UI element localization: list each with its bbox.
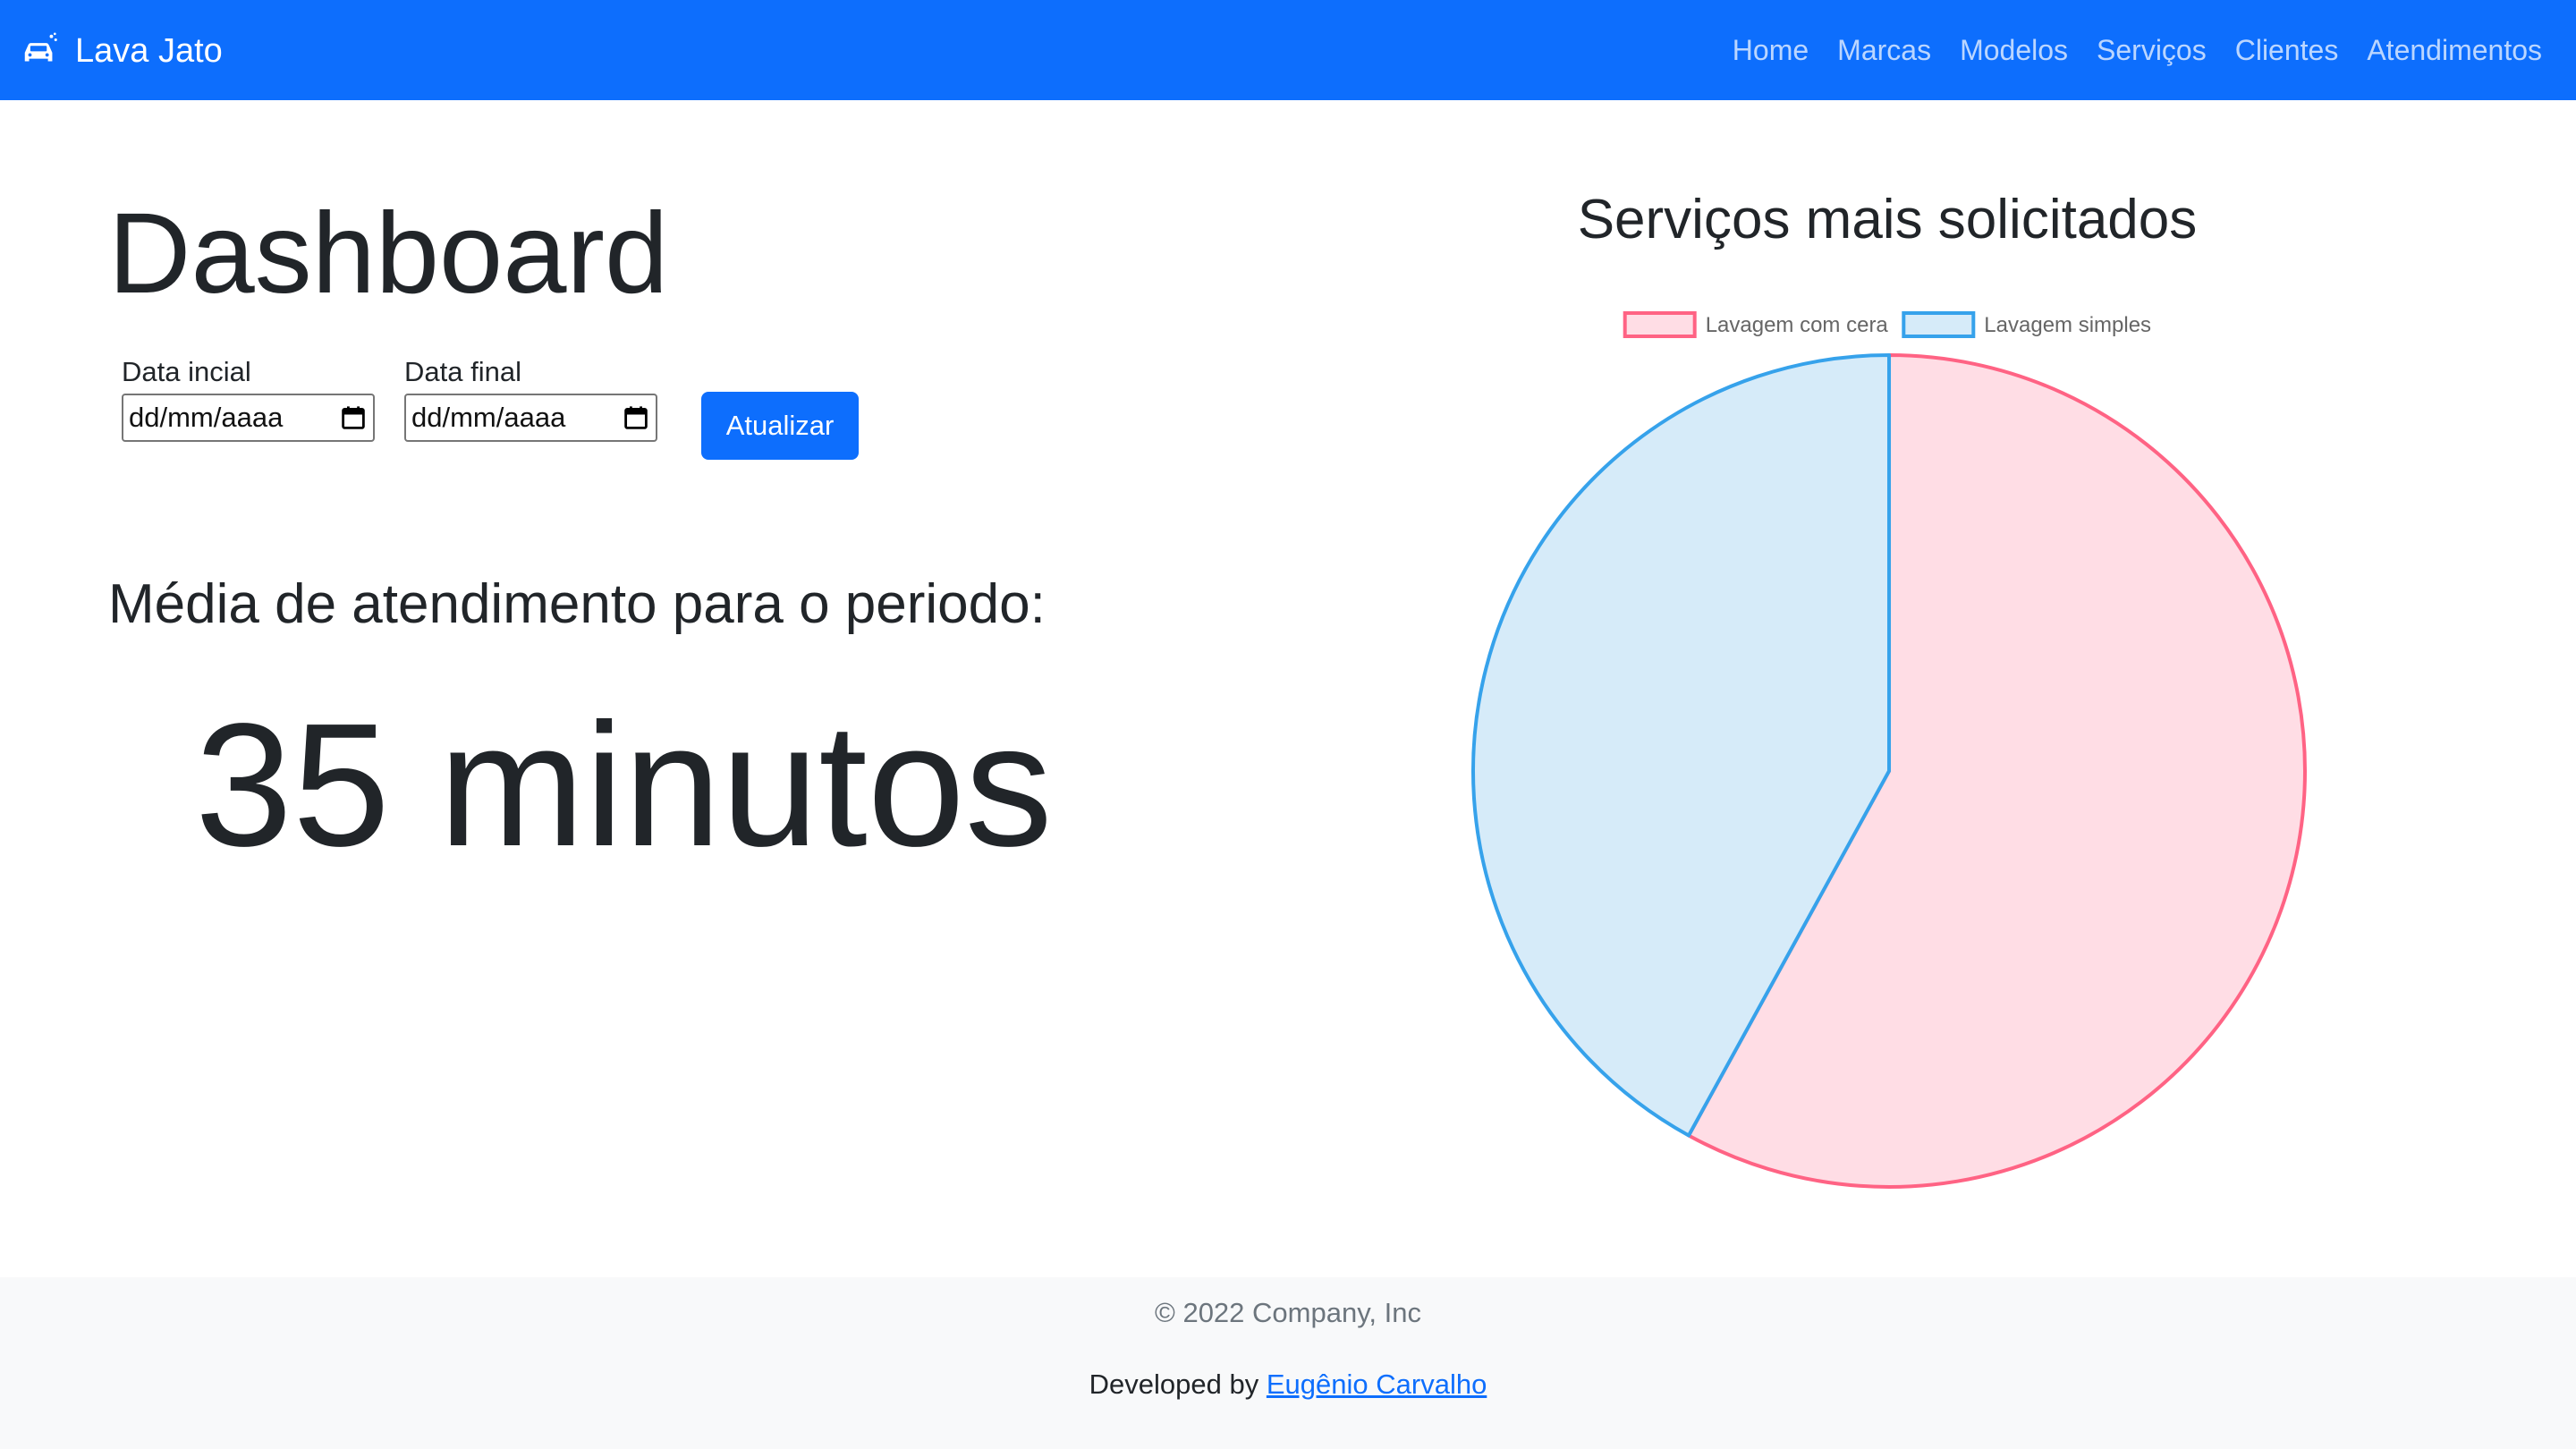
calendar-icon[interactable] — [623, 405, 648, 430]
legend-swatch[interactable] — [1902, 311, 1976, 338]
navbar: Lava Jato Home Marcas Modelos Serviços C… — [0, 0, 2576, 100]
end-date-label: Data final — [404, 356, 521, 387]
page-title: Dashboard — [108, 190, 669, 318]
start-date-field: Data incial dd/mm/aaaa — [122, 356, 375, 442]
average-value: 35 minutos — [195, 687, 1053, 883]
legend-swatch[interactable] — [1623, 311, 1697, 338]
nav-atendimentos[interactable]: Atendimentos — [2367, 34, 2542, 67]
nav-links: Home Marcas Modelos Serviços Clientes At… — [1704, 0, 2542, 100]
author-link[interactable]: Eugênio Carvalho — [1267, 1368, 1487, 1400]
pie-chart: Lavagem com cera Lavagem simples — [1471, 311, 2307, 1189]
average-label: Média de atendimento para o periodo: — [108, 573, 1046, 635]
nav-home[interactable]: Home — [1733, 34, 1809, 67]
brand-text: Lava Jato — [75, 31, 223, 70]
start-date-value: dd/mm/aaaa — [129, 402, 284, 433]
start-date-label: Data incial — [122, 356, 251, 387]
nav-servicos[interactable]: Serviços — [2097, 34, 2207, 67]
calendar-icon[interactable] — [341, 405, 366, 430]
end-date-input[interactable]: dd/mm/aaaa — [404, 394, 657, 442]
brand-link[interactable]: Lava Jato — [20, 27, 223, 75]
nav-modelos[interactable]: Modelos — [1960, 34, 2068, 67]
end-date-field: Data final dd/mm/aaaa — [404, 356, 657, 442]
legend-label[interactable]: Lavagem simples — [1984, 313, 2151, 337]
end-date-value: dd/mm/aaaa — [411, 402, 566, 433]
update-button[interactable]: Atualizar — [701, 392, 859, 460]
developed-by: Developed by Eugênio Carvalho — [0, 1368, 2576, 1401]
car-wash-icon — [24, 32, 57, 62]
footer: © 2022 Company, Inc Developed by Eugênio… — [0, 1277, 2576, 1449]
nav-clientes[interactable]: Clientes — [2235, 34, 2339, 67]
legend-label[interactable]: Lavagem com cera — [1706, 313, 1889, 337]
nav-marcas[interactable]: Marcas — [1837, 34, 1931, 67]
developed-by-label: Developed by — [1089, 1368, 1259, 1400]
start-date-input[interactable]: dd/mm/aaaa — [122, 394, 375, 442]
chart-title: Serviços mais solicitados — [1577, 189, 2198, 250]
copyright-text: © 2022 Company, Inc — [1155, 1297, 1421, 1328]
